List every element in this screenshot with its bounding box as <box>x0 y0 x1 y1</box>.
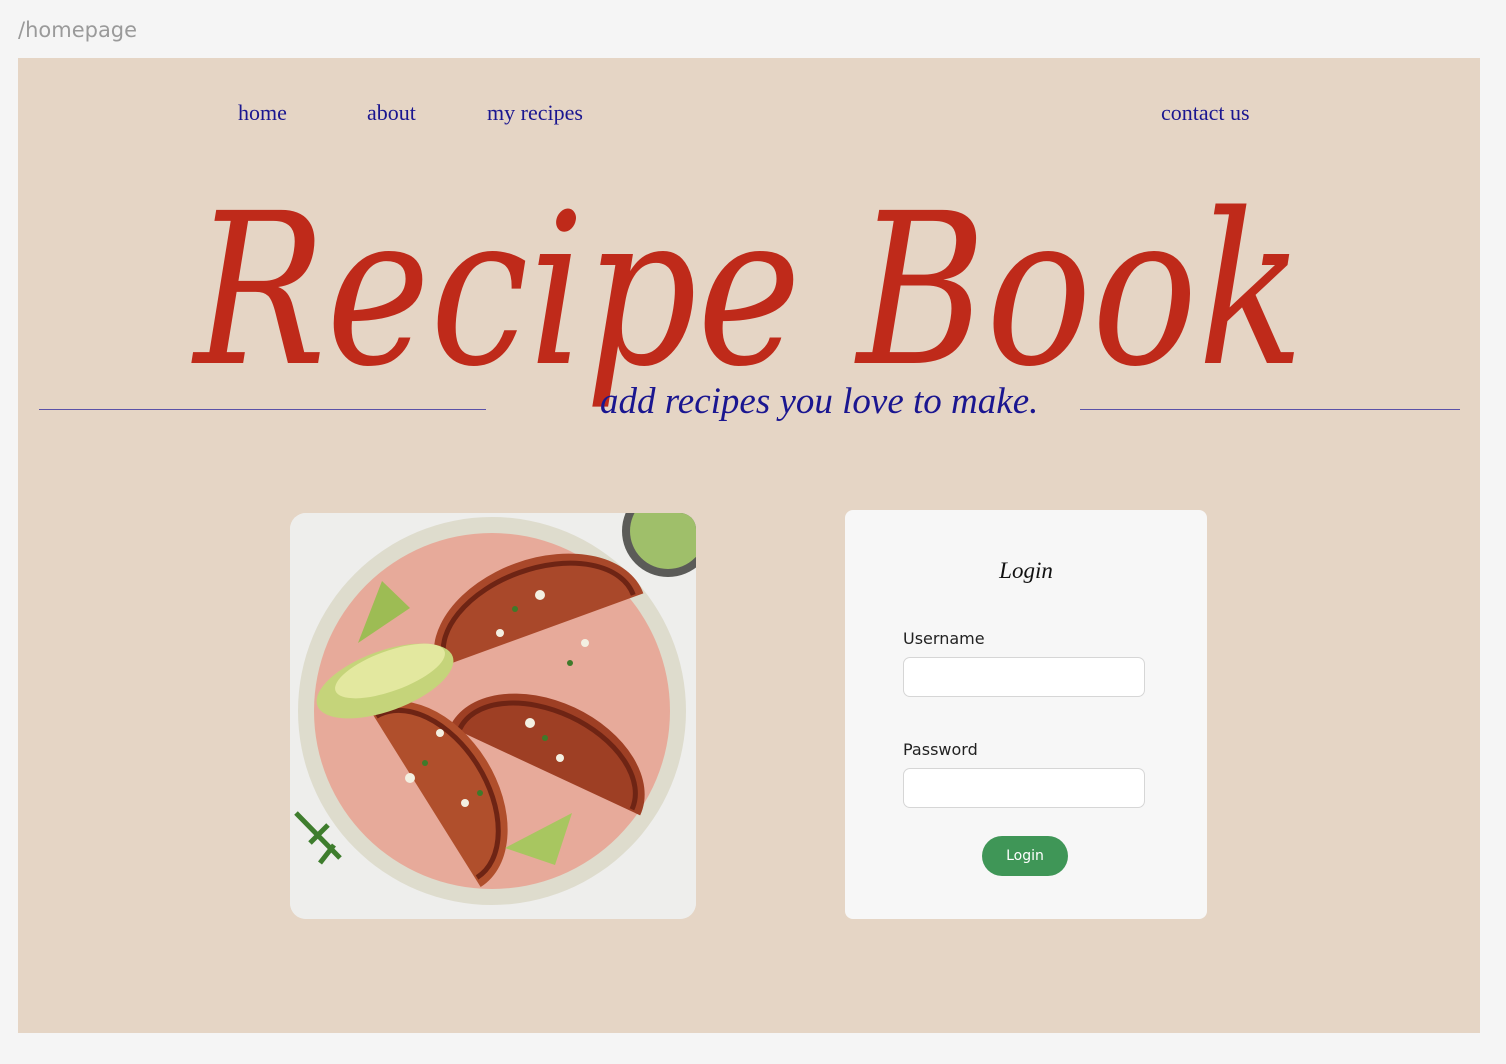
password-input[interactable] <box>903 768 1145 808</box>
password-label: Password <box>903 740 978 759</box>
page-frame: home about my recipes contact us Recipe … <box>18 58 1480 1033</box>
username-label: Username <box>903 629 985 648</box>
food-image <box>290 513 696 919</box>
hero-tagline: add recipes you love to make. <box>600 381 1039 422</box>
login-button[interactable]: Login <box>982 836 1068 876</box>
tacos-plate-illustration <box>290 513 696 919</box>
login-title: Login <box>999 558 1053 583</box>
login-card: Login Username Password Login <box>845 510 1207 919</box>
hero-title: Recipe Book <box>191 168 1304 413</box>
username-input[interactable] <box>903 657 1145 697</box>
divider-left <box>39 409 486 410</box>
route-path: /homepage <box>18 18 138 42</box>
divider-right <box>1080 409 1460 410</box>
